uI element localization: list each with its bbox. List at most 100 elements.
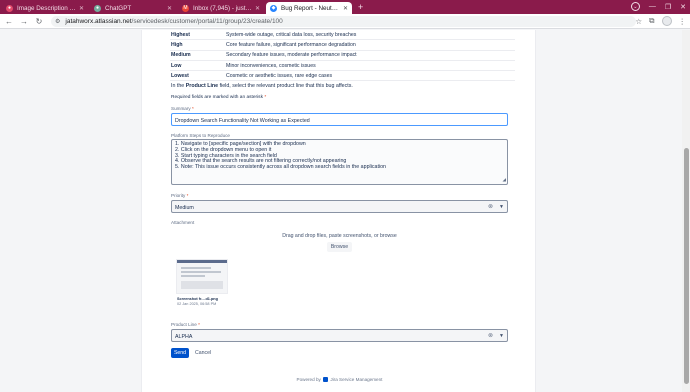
table-row: Highest System-wide outage, critical dat… [170, 30, 515, 41]
tab-title: ChatGPT [105, 4, 132, 12]
priority-select[interactable]: Medium ⊗ ▼ [171, 200, 508, 213]
preview-line [181, 275, 205, 277]
resize-handle-icon[interactable]: ◢ [503, 177, 506, 183]
preview-header-bar [177, 260, 227, 263]
dropzone-text: Drag and drop files, paste screenshots, … [282, 233, 397, 239]
priority-description: System-wide outage, critical data loss, … [226, 31, 357, 38]
forward-icon[interactable]: → [18, 17, 30, 26]
priority-level: High [171, 41, 183, 48]
close-tab-icon[interactable]: ✕ [167, 5, 172, 12]
priority-label: Priority * [171, 193, 188, 198]
close-window-icon[interactable]: ✕ [680, 3, 686, 11]
close-tab-icon[interactable]: ✕ [79, 5, 84, 12]
table-row: Low Minor inconveniences, cosmetic issue… [170, 61, 515, 72]
chevron-down-icon[interactable]: ▼ [499, 333, 504, 339]
jira-icon: ◆ [270, 4, 277, 12]
required-asterisk: * [264, 95, 267, 100]
product-line-select[interactable]: ALPHA ⊗ ▼ [171, 329, 508, 342]
steps-textarea[interactable]: 1. Navigate to [specific page/section] w… [171, 139, 508, 185]
browser-tab[interactable]: ● Image Description Requ ✕ [2, 2, 88, 14]
tab-title: Inbox (7,945) - justinkj7 [193, 4, 252, 12]
site-info-icon[interactable]: ⚙ [55, 18, 60, 25]
minimize-icon[interactable]: — [649, 3, 656, 10]
request-form-card: Highest System-wide outage, critical dat… [141, 30, 536, 392]
cancel-button[interactable]: Cancel [195, 348, 211, 358]
close-tab-icon[interactable]: ✕ [343, 5, 348, 12]
window-controls: ⌄ — ❐ ✕ [630, 2, 686, 11]
url-path: /servicedesk/customer/portal/11/group/23… [131, 17, 283, 25]
priority-level: Lowest [171, 72, 189, 79]
powered-by-footer: Powered by Jira Service Management [142, 377, 537, 383]
clear-selection-icon[interactable]: ⊗ [488, 332, 493, 339]
summary-label: Summary * [171, 106, 194, 111]
browser-menu-icon[interactable]: ⋮ [679, 17, 687, 26]
back-icon[interactable]: ← [3, 17, 15, 26]
close-tab-icon[interactable]: ✕ [255, 5, 260, 12]
required-fields-note: Required fields are marked with an aster… [171, 95, 266, 100]
openai-icon: ● [6, 4, 13, 12]
priority-description: Minor inconveniences, cosmetic issues [226, 62, 316, 69]
extensions-icon[interactable]: ⧉ [649, 16, 654, 26]
preview-block [181, 281, 223, 289]
product-line-selected-value: ALPHA [175, 333, 193, 340]
attachment-thumbnail[interactable]: Screenshot fr....d1.png 02 Jan 2025, 06:… [174, 256, 229, 312]
screenshot-preview [176, 259, 228, 294]
required-asterisk: * [186, 193, 189, 198]
priority-level: Medium [171, 52, 191, 59]
powered-by-text: Powered by [296, 377, 321, 382]
page-viewport: Highest System-wide outage, critical dat… [0, 30, 682, 392]
attachment-label: Attachment [171, 220, 195, 225]
gmail-icon: M [182, 4, 189, 12]
required-asterisk: * [198, 322, 200, 327]
scrollbar-thumb[interactable] [683, 148, 689, 384]
attachment-filename: Screenshot fr....d1.png [177, 297, 218, 301]
product-line-instruction: In the Product Line field, select the re… [171, 83, 353, 89]
steps-label: Platform Steps to Reproduce [171, 133, 230, 138]
new-tab-icon[interactable]: + [358, 2, 363, 14]
footer-product-link[interactable]: Jira Service Management [330, 377, 382, 382]
preview-line [181, 267, 211, 269]
maximize-icon[interactable]: ❐ [665, 3, 671, 11]
browser-tab-bar: ● Image Description Requ ✕ ● ChatGPT ✕ M… [0, 0, 690, 14]
priority-level: Highest [171, 31, 191, 38]
browser-tab[interactable]: ● ChatGPT ✕ [90, 2, 176, 14]
instruction-prefix: In the [171, 83, 186, 89]
chatgpt-icon: ● [94, 4, 101, 12]
instruction-suffix: field, select the relevant product line … [218, 83, 353, 89]
product-line-label: Product Line * [171, 322, 200, 327]
browse-button[interactable]: Browse [327, 242, 352, 252]
summary-label-text: Summary [171, 106, 191, 111]
priority-level: Low [171, 62, 182, 69]
page-scrollbar[interactable] [682, 30, 690, 392]
instruction-bold: Product Line [185, 83, 219, 89]
table-row: Medium Secondary feature issues, moderat… [170, 51, 515, 61]
table-row: High Core feature failure, significant p… [170, 40, 515, 51]
reload-icon[interactable]: ↻ [33, 17, 45, 26]
bookmark-star-icon[interactable]: ☆ [635, 17, 642, 26]
browser-toolbar: ← → ↻ ⚙ jatahworx.atlassian.net/serviced… [0, 14, 690, 29]
chevron-down-icon[interactable]: ▼ [499, 204, 504, 210]
product-line-label-text: Product Line [171, 322, 197, 327]
priority-definitions-table: Highest System-wide outage, critical dat… [170, 30, 515, 82]
priority-description: Secondary feature issues, moderate perfo… [226, 52, 357, 59]
address-bar[interactable]: ⚙ jatahworx.atlassian.net/servicedesk/cu… [51, 15, 636, 27]
priority-selected-value: Medium [175, 204, 194, 211]
priority-description: Cosmetic or aesthetic issues, rare edge … [226, 72, 333, 79]
required-asterisk: * [191, 106, 194, 111]
priority-label-text: Priority [171, 193, 186, 198]
jira-service-management-icon [323, 377, 329, 383]
browser-tab[interactable]: M Inbox (7,945) - justinkj7 ✕ [178, 2, 264, 14]
toolbar-actions: ☆ ⧉ ⋮ [635, 16, 686, 26]
url-domain: jatahworx.atlassian.net [65, 17, 132, 25]
attachment-date: 02 Jan 2025, 06:58 PM [177, 302, 217, 306]
table-row: Lowest Cosmetic or aesthetic issues, rar… [170, 71, 515, 82]
clear-selection-icon[interactable]: ⊗ [488, 203, 493, 210]
steps-line: 5. Note: This issue occurs consistently … [175, 164, 387, 171]
preview-line [181, 271, 221, 273]
profile-avatar[interactable] [661, 16, 672, 26]
tab-search-icon[interactable]: ⌄ [630, 2, 640, 11]
required-note-text: Required fields are marked with an aster… [171, 95, 263, 100]
send-button[interactable]: Send [171, 348, 189, 358]
summary-input[interactable]: Dropdown Search Functionality Not Workin… [171, 113, 508, 126]
browser-tab-active[interactable]: ◆ Bug Report - Neutrino ✕ [266, 2, 352, 14]
